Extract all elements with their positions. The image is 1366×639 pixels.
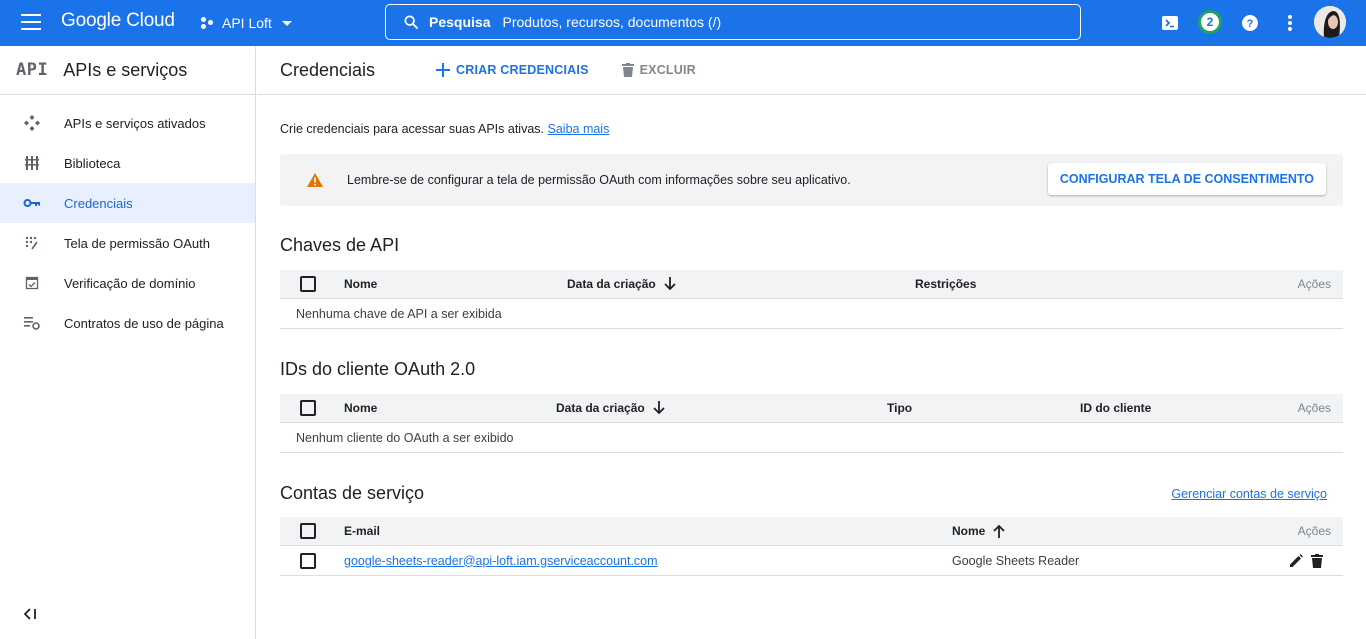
select-all-checkbox[interactable] xyxy=(300,523,316,539)
sidebar-item-label: Credenciais xyxy=(64,195,133,211)
table-row: Nenhuma chave de API a ser exibida xyxy=(280,299,1343,328)
sidebar-item-domain-verification[interactable]: Verificação de domínio xyxy=(0,263,255,303)
page-header: Credenciais CRIAR CREDENCIAIS EXCLUIR xyxy=(257,46,1366,95)
learn-more-link[interactable]: Saiba mais xyxy=(548,122,610,136)
intro-text: Crie credenciais para acessar suas APIs … xyxy=(280,122,1343,136)
column-name[interactable]: Nome xyxy=(344,277,377,291)
collapse-sidebar-icon[interactable] xyxy=(23,607,38,625)
search-input[interactable] xyxy=(502,14,1023,30)
select-all-checkbox[interactable] xyxy=(300,400,316,416)
menu-icon[interactable] xyxy=(21,14,41,30)
column-actions: Ações xyxy=(1297,277,1331,291)
column-email[interactable]: E-mail xyxy=(344,524,380,538)
banner-text: Lembre-se de configurar a tela de permis… xyxy=(347,173,851,187)
sidebar-item-label: APIs e serviços ativados xyxy=(64,115,206,131)
library-icon xyxy=(24,156,39,170)
service-account-email-link[interactable]: google-sheets-reader@api-loft.iam.gservi… xyxy=(344,554,658,568)
project-name: API Loft xyxy=(222,15,272,31)
table-row: Nenhum cliente do OAuth a ser exibido xyxy=(280,423,1343,452)
table-row: google-sheets-reader@api-loft.iam.gservi… xyxy=(280,546,1343,575)
search-label: Pesquisa xyxy=(429,14,491,30)
sidebar-item-enabled-apis[interactable]: APIs e serviços ativados xyxy=(0,103,255,143)
api-keys-table: Nome Data da criação Restrições Ações Ne… xyxy=(280,270,1343,329)
create-credentials-label: CRIAR CREDENCIAIS xyxy=(456,63,589,77)
chevron-down-icon xyxy=(281,20,292,26)
row-checkbox[interactable] xyxy=(300,552,316,569)
column-created-label: Data da criação xyxy=(567,277,656,291)
project-icon xyxy=(201,16,215,30)
sidebar-item-label: Biblioteca xyxy=(64,155,121,171)
main-content: Credenciais CRIAR CREDENCIAIS EXCLUIR Cr… xyxy=(257,46,1366,639)
page-settings-icon xyxy=(23,317,40,330)
column-created-label: Data da criação xyxy=(556,401,645,415)
warning-icon xyxy=(307,173,323,187)
sidebar-item-oauth-consent[interactable]: Tela de permissão OAuth xyxy=(0,223,255,263)
api-keys-title: Chaves de API xyxy=(280,235,400,255)
sidebar-item-credentials[interactable]: Credenciais xyxy=(0,183,255,223)
manage-service-accounts-link[interactable]: Gerenciar contas de serviço xyxy=(1171,487,1327,501)
cloud-shell-icon[interactable] xyxy=(1159,12,1181,34)
api-logo: API xyxy=(16,60,49,80)
sidebar-item-label: Tela de permissão OAuth xyxy=(64,235,210,251)
column-created[interactable]: Data da criação xyxy=(556,401,665,415)
arrow-up-icon xyxy=(993,524,1005,538)
more-vert-icon[interactable] xyxy=(1279,12,1301,34)
apis-icon xyxy=(23,115,40,131)
arrow-down-icon xyxy=(653,401,665,415)
search-icon xyxy=(404,15,418,29)
arrow-down-icon xyxy=(664,277,676,291)
empty-message: Nenhuma chave de API a ser exibida xyxy=(296,306,502,321)
top-bar: Google Cloud API Loft Pesquisa 2 ? xyxy=(0,0,1366,46)
help-icon[interactable]: ? xyxy=(1239,12,1261,34)
column-name[interactable]: Nome xyxy=(952,524,1005,538)
project-selector[interactable]: API Loft xyxy=(201,12,292,34)
google-cloud-logo[interactable]: Google Cloud xyxy=(61,10,175,32)
page-title: Credenciais xyxy=(280,59,376,80)
select-all-checkbox[interactable] xyxy=(300,276,316,292)
sidebar-item-page-usage[interactable]: Contratos de uso de página xyxy=(0,303,255,343)
sidebar: API APIs e serviços APIs e serviços ativ… xyxy=(0,46,256,639)
plus-icon xyxy=(436,63,451,77)
column-type: Tipo xyxy=(887,401,913,415)
table-header: E-mail Nome Ações xyxy=(280,517,1343,546)
service-accounts-title: Contas de serviço xyxy=(280,483,425,503)
notifications-badge[interactable]: 2 xyxy=(1198,10,1222,34)
domain-check-icon xyxy=(25,276,38,290)
sidebar-title: APIs e serviços xyxy=(63,59,188,80)
trash-icon xyxy=(621,63,634,77)
oauth-icon xyxy=(25,236,38,250)
sidebar-item-library[interactable]: Biblioteca xyxy=(0,143,255,183)
sidebar-header: API APIs e serviços xyxy=(0,46,255,95)
column-name-label: Nome xyxy=(952,524,986,538)
create-credentials-button[interactable]: CRIAR CREDENCIAIS xyxy=(436,63,589,77)
oauth-clients-table: Nome Data da criação Tipo ID do cliente … xyxy=(280,394,1343,453)
delete-button[interactable]: EXCLUIR xyxy=(621,63,696,77)
table-header: Nome Data da criação Restrições Ações xyxy=(280,270,1343,299)
delete-label: EXCLUIR xyxy=(639,63,696,77)
sidebar-item-label: Contratos de uso de página xyxy=(64,315,224,331)
svg-text:?: ? xyxy=(1247,18,1254,30)
empty-message: Nenhum cliente do OAuth a ser exibido xyxy=(296,430,514,445)
configure-consent-screen-button[interactable]: CONFIGURAR TELA DE CONSENTIMENTO xyxy=(1047,163,1326,195)
key-icon xyxy=(23,199,40,207)
edit-icon[interactable] xyxy=(1289,553,1303,568)
column-actions: Ações xyxy=(1297,401,1331,415)
oauth-clients-title: IDs do cliente OAuth 2.0 xyxy=(280,359,476,379)
delete-icon[interactable] xyxy=(1311,553,1323,568)
avatar[interactable] xyxy=(1314,6,1346,38)
column-actions: Ações xyxy=(1297,524,1331,538)
column-name[interactable]: Nome xyxy=(344,401,377,415)
column-created[interactable]: Data da criação xyxy=(567,277,676,291)
sidebar-item-label: Verificação de domínio xyxy=(64,275,196,291)
search-bar[interactable]: Pesquisa xyxy=(385,4,1081,40)
oauth-warning-banner: Lembre-se de configurar a tela de permis… xyxy=(280,154,1343,206)
column-restrictions: Restrições xyxy=(915,277,977,291)
intro-description: Crie credenciais para acessar suas APIs … xyxy=(280,122,545,136)
column-client-id: ID do cliente xyxy=(1080,401,1152,415)
service-account-name: Google Sheets Reader xyxy=(952,553,1080,568)
table-header: Nome Data da criação Tipo ID do cliente … xyxy=(280,394,1343,423)
service-accounts-table: E-mail Nome Ações google-sheets-reader@a… xyxy=(280,517,1343,576)
